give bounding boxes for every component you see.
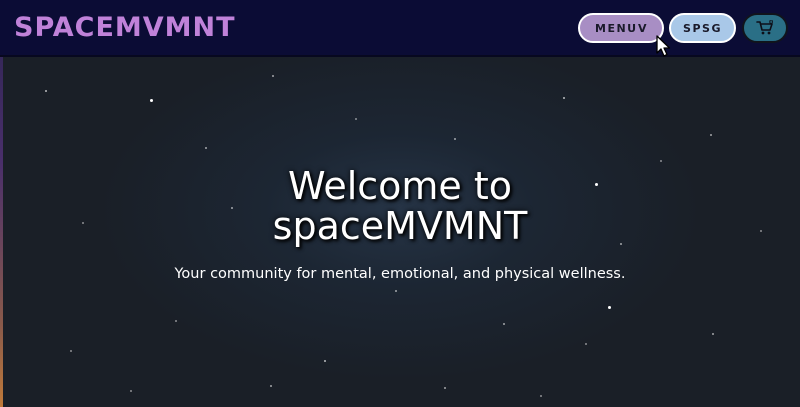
mouse-cursor-icon [656,35,671,57]
cart-button[interactable]: 0 [742,13,788,43]
star [563,97,565,99]
menu-button[interactable]: MENU V [578,13,664,43]
spsg-button-label: SPSG [683,21,722,35]
star [45,90,47,92]
star [272,75,274,77]
chevron-down-icon: V [637,21,648,35]
page: SPACEMVMNT MENU V SPSG 0 Welcome to spac… [0,0,800,407]
star [205,147,207,149]
star [150,99,153,102]
star [585,343,587,345]
star [175,320,177,322]
star [70,350,72,352]
star [355,118,357,120]
menu-button-label: MENU [595,21,638,35]
star [454,138,456,140]
star [710,134,712,136]
star [608,306,611,309]
brand-logo[interactable]: SPACEMVMNT [14,12,236,43]
cart-icon: 0 [756,20,774,36]
hero-title-line-2: spaceMVMNT [272,204,528,248]
star [503,323,505,325]
star [444,387,446,389]
star [540,395,542,397]
star [712,333,714,335]
star [660,160,662,162]
star [395,290,397,292]
star [324,360,326,362]
spsg-button[interactable]: SPSG [669,13,736,43]
hero-title: Welcome to spaceMVMNT [0,166,800,246]
top-nav-bar: SPACEMVMNT MENU V SPSG 0 [0,0,800,57]
cart-count: 0 [769,20,774,26]
star [130,390,132,392]
star [270,385,272,387]
hero-subtitle: Your community for mental, emotional, an… [174,266,626,282]
hero-title-line-1: Welcome to [287,164,513,208]
